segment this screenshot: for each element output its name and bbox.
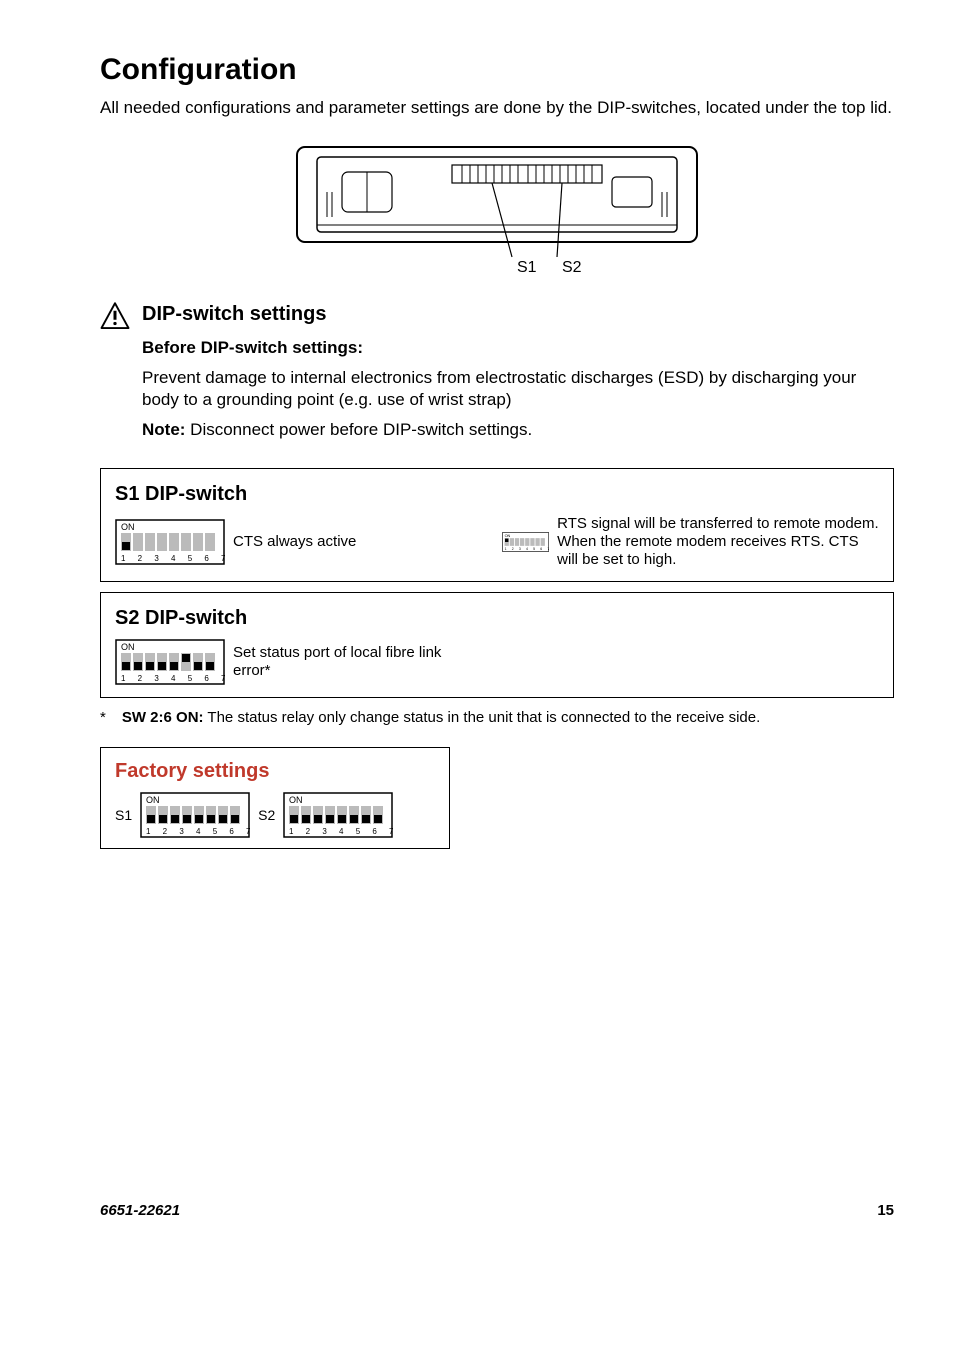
footer-page-number: 15 (877, 1201, 894, 1221)
svg-text:1 2 3 4 5 6 7 8: 1 2 3 4 5 6 7 8 (121, 554, 225, 563)
s2-config-box: S2 DIP-switch ON 1 2 3 4 5 6 7 8 Set sta… (100, 592, 894, 698)
factory-s2-label: S2 (258, 806, 275, 824)
warning-text: Prevent damage to internal electronics f… (142, 367, 894, 411)
dip-settings-title: DIP-switch settings (142, 301, 894, 327)
svg-text:ON: ON (146, 795, 160, 805)
page-title: Configuration (100, 50, 894, 89)
s1-left-desc: CTS always active (233, 533, 356, 551)
s2-dip-icon: ON 1 2 3 4 5 6 7 8 (115, 639, 225, 685)
s1-title: S1 DIP-switch (115, 481, 879, 507)
s1-right-dip-icon: ON 1 2 3 4 5 6 7 8 (502, 519, 549, 565)
s1-right-desc: RTS signal will be transferred to remote… (557, 515, 879, 569)
device-figure: S1 S2 (100, 137, 894, 283)
svg-text:1 2 3 4 5 6 7 8: 1 2 3 4 5 6 7 8 (505, 547, 550, 551)
warning-block: DIP-switch settings Before DIP-switch se… (100, 301, 894, 449)
s2-desc: Set status port of local fibre link erro… (233, 644, 453, 680)
s1-left-dip-icon: ON 1 2 3 4 5 6 7 8 (115, 519, 225, 565)
before-dip-title: Before DIP-switch settings: (142, 337, 894, 359)
svg-text:1 2 3 4 5 6 7 8: 1 2 3 4 5 6 7 8 (146, 827, 250, 836)
footer-doc-number: 6651-22621 (100, 1201, 180, 1221)
factory-title: Factory settings (115, 758, 435, 784)
s2-callout: S2 (562, 259, 582, 276)
factory-s1-label: S1 (115, 806, 132, 824)
factory-box: Factory settings S1 ON 1 2 3 4 5 6 7 8 S… (100, 747, 450, 849)
s2-title: S2 DIP-switch (115, 605, 879, 631)
svg-text:1 2 3 4 5 6 7 8: 1 2 3 4 5 6 7 8 (121, 674, 225, 683)
intro-text: All needed configurations and parameter … (100, 97, 894, 119)
footnote: *SW 2:6 ON: The status relay only change… (100, 708, 894, 728)
factory-s2-dip-icon: ON 1 2 3 4 5 6 7 8 (283, 792, 393, 838)
factory-s1-dip-icon: ON 1 2 3 4 5 6 7 8 (140, 792, 250, 838)
svg-text:ON: ON (121, 642, 135, 652)
warning-note: Note: Disconnect power before DIP-switch… (142, 419, 894, 441)
s1-config-box: S1 DIP-switch ON 1 2 3 4 5 6 7 8 CTS alw… (100, 468, 894, 582)
warning-icon (100, 301, 130, 331)
svg-text:1 2 3 4 5 6 7 8: 1 2 3 4 5 6 7 8 (289, 827, 393, 836)
svg-text:ON: ON (505, 533, 511, 537)
svg-text:ON: ON (289, 795, 303, 805)
page-footer: 6651-22621 15 (100, 1201, 894, 1221)
s1-callout: S1 (517, 259, 537, 276)
svg-text:ON: ON (121, 522, 135, 532)
